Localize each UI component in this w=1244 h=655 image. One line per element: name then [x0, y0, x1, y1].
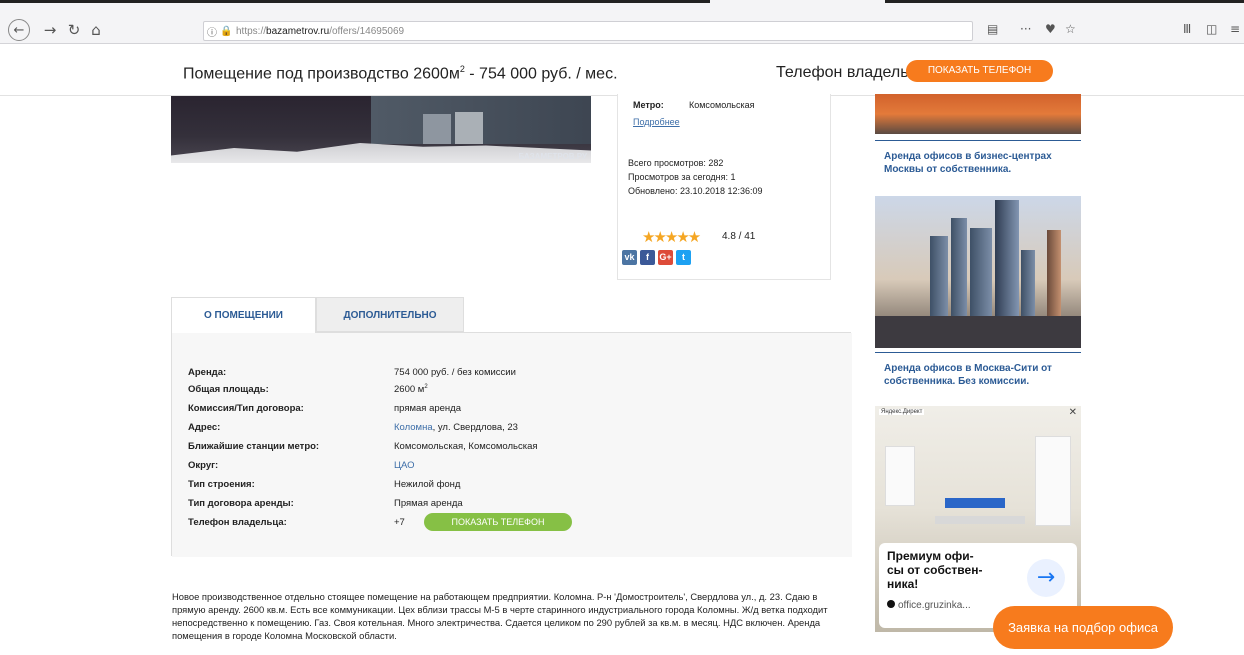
- metro-row: Метро: Комсомольская: [633, 100, 755, 110]
- ad-business-center-link[interactable]: Аренда офисов в бизнес-центрах Москвы от…: [875, 150, 1081, 176]
- url-protocol: https://: [236, 25, 267, 37]
- ad-moscow-city-image[interactable]: [875, 196, 1081, 348]
- twitter-icon[interactable]: t: [676, 250, 691, 265]
- offer-info-box: Метро: Комсомольская Подробнее Всего прос…: [617, 94, 831, 280]
- ad-headline: Премиум офи-сы от собствен-ника!: [887, 549, 983, 591]
- browser-toolbar: ← → ↻ ⌂ ⓘ 🔒 https://bazametrov.ru/offers…: [0, 0, 1244, 44]
- rating-value: 4.8 / 41: [722, 231, 756, 242]
- ad-label: Яндекс.Директ: [879, 409, 925, 415]
- home-icon[interactable]: ⌂: [86, 20, 106, 40]
- updated-date: Обновлено: 23.10.2018 12:36:09: [628, 186, 763, 196]
- close-icon[interactable]: ✕: [1069, 407, 1077, 418]
- url-path: /offers/14695069: [329, 25, 405, 37]
- address-bar[interactable]: ⓘ 🔒 https://bazametrov.ru/offers/1469506…: [203, 21, 973, 41]
- tab-strip-line: [0, 0, 710, 3]
- show-phone-button-green[interactable]: ПОКАЗАТЬ ТЕЛЕФОН: [424, 513, 572, 531]
- facebook-icon[interactable]: f: [640, 250, 655, 265]
- ad-site: office.gruzinka...: [887, 600, 971, 611]
- tab-additional[interactable]: ДОПОЛНИТЕЛЬНО: [316, 297, 464, 332]
- offer-photo[interactable]: БАЗАМЕТРОВ.РУ: [171, 96, 591, 163]
- sidebar-icon[interactable]: ◫: [1206, 22, 1217, 36]
- offer-description: Новое производственное отдельно стоящее …: [172, 591, 828, 641]
- ad-divider: [875, 140, 1081, 141]
- tab-strip-line: [885, 0, 1244, 3]
- reader-view-icon[interactable]: ▤: [987, 22, 998, 36]
- reload-icon[interactable]: ↻: [64, 20, 84, 40]
- url-host: bazametrov.ru: [266, 25, 330, 37]
- site-icon: [887, 600, 895, 608]
- google-plus-icon[interactable]: G+: [658, 250, 673, 265]
- show-phone-button[interactable]: ПОКАЗАТЬ ТЕЛЕФОН: [906, 60, 1053, 82]
- yandex-direct-ad[interactable]: Яндекс.Директ ✕ Премиум офи-сы от собств…: [875, 406, 1081, 632]
- ad-moscow-city-link[interactable]: Аренда офисов в Москва-Сити от собственн…: [875, 362, 1081, 388]
- details-panel: Аренда: 754 000 руб. / без комиссии Общая…: [171, 332, 852, 557]
- social-share: vk f G+ t: [622, 250, 691, 265]
- details-link[interactable]: Подробнее: [633, 117, 680, 127]
- forward-icon[interactable]: →: [40, 20, 60, 40]
- city-link[interactable]: Коломна: [394, 422, 433, 433]
- request-office-button[interactable]: Заявка на подбор офиса: [993, 606, 1173, 649]
- sticky-header: Помещение под производство 2600м2 - 754 …: [0, 44, 1244, 96]
- tab-about[interactable]: О ПОМЕЩЕНИИ: [171, 297, 316, 333]
- menu-icon[interactable]: ≡: [1230, 22, 1240, 36]
- lock-icon: 🔒: [220, 25, 233, 37]
- library-icon[interactable]: Ⅲ: [1183, 22, 1191, 36]
- bookmark-star-icon[interactable]: ☆: [1065, 22, 1076, 36]
- back-icon[interactable]: ←: [8, 19, 30, 41]
- total-views: Всего просмотров: 282: [628, 158, 724, 168]
- view-stats: Всего просмотров: 282 Просмотров за сего…: [628, 156, 763, 198]
- today-views: Просмотров за сегодня: 1: [628, 172, 736, 182]
- ad-divider: [875, 352, 1081, 353]
- district-link[interactable]: ЦАО: [394, 460, 415, 471]
- ad-business-center-image[interactable]: [875, 94, 1081, 134]
- arrow-right-icon[interactable]: →: [1027, 559, 1065, 597]
- photo-watermark: БАЗАМЕТРОВ.РУ: [518, 152, 587, 161]
- info-icon[interactable]: ⓘ: [204, 24, 220, 39]
- vk-icon[interactable]: vk: [622, 250, 637, 265]
- page-title: Помещение под производство 2600м2 - 754 …: [183, 64, 618, 83]
- page-actions-icon[interactable]: ···: [1020, 22, 1031, 36]
- pocket-icon[interactable]: ♥: [1045, 22, 1056, 36]
- rating-stars[interactable]: ★★★★★: [642, 228, 701, 246]
